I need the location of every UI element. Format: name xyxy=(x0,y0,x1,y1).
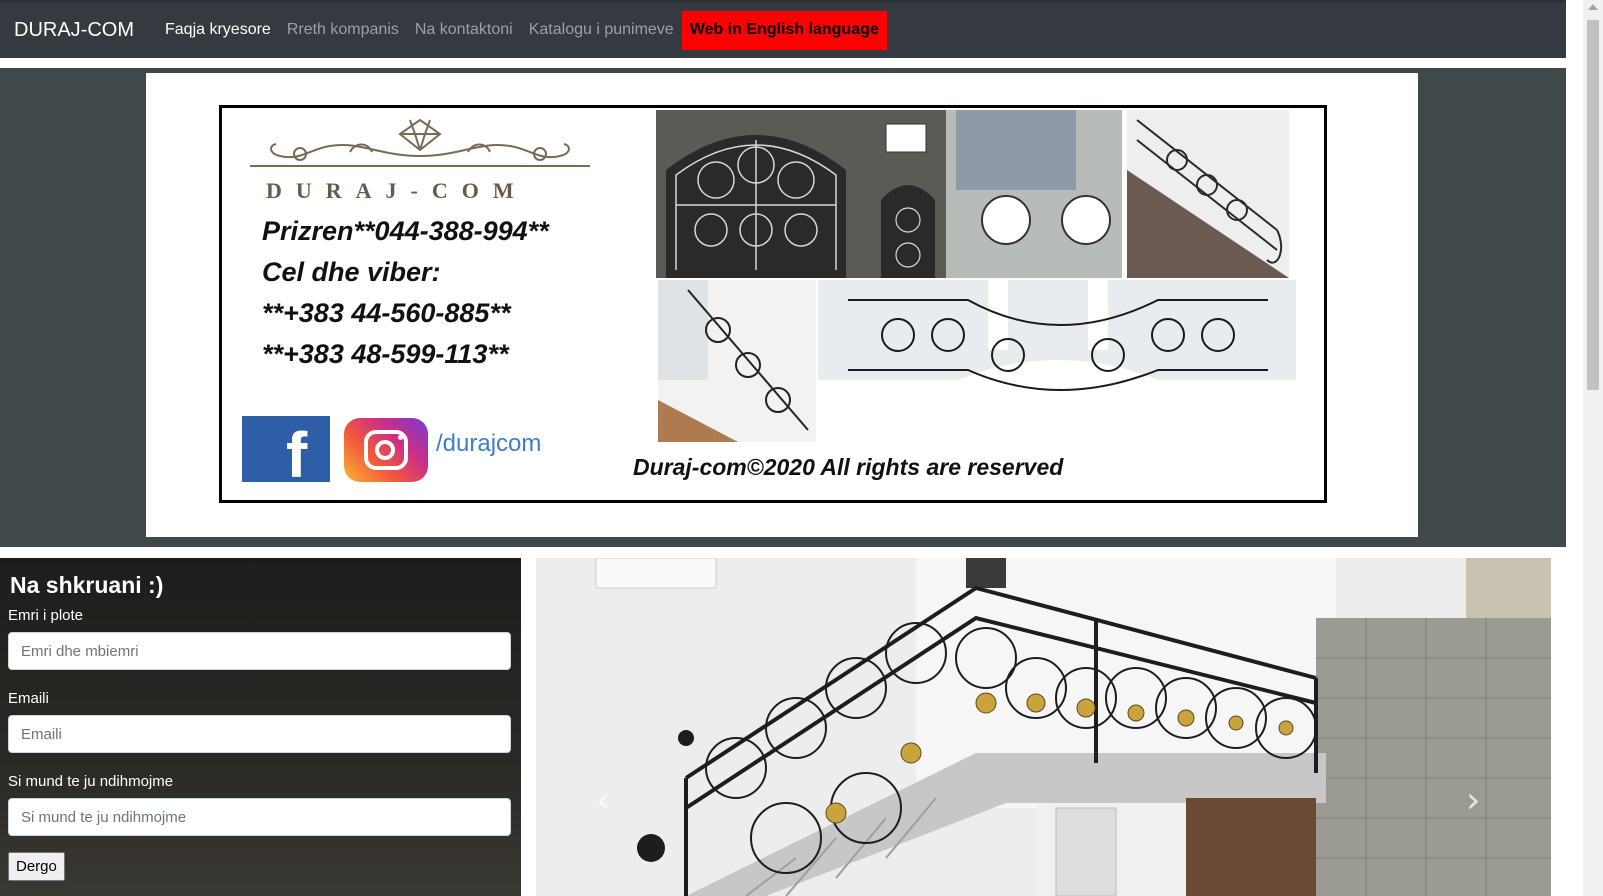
company-banner: DURAJ-COM Prizren**044-388-994** Cel dhe… xyxy=(219,105,1327,503)
nav-english-button[interactable]: Web in English language xyxy=(681,10,887,50)
facebook-icon[interactable]: f xyxy=(242,416,330,491)
image-carousel: ‹ › xyxy=(536,558,1551,896)
help-label: Si mund te ju ndihmojme xyxy=(8,773,174,790)
banner-phone-1: **+383 44-560-885** xyxy=(262,298,511,328)
navbar: DURAJ-COM Faqja kryesore Rreth kompanis … xyxy=(0,0,1566,58)
nav-catalog[interactable]: Katalogu i punimeve xyxy=(521,21,682,39)
banner-copyright: Duraj-com©2020 All rights are reserved xyxy=(633,454,1064,480)
chevron-left-icon[interactable]: ‹ xyxy=(596,780,610,821)
banner-phone-2: **+383 48-599-113** xyxy=(262,339,509,369)
banner-logo-text: DURAJ-COM xyxy=(266,178,528,203)
contact-form: Na shkruani :) Emri i plote Emaili Si mu… xyxy=(0,558,521,896)
help-input[interactable] xyxy=(8,798,511,836)
scroll-thumb[interactable] xyxy=(1587,20,1599,390)
scroll-up-icon[interactable] xyxy=(1588,4,1598,10)
banner-viber-label: Cel dhe viber: xyxy=(262,257,441,287)
banner-phone-prizren: Prizren**044-388-994** xyxy=(262,216,549,246)
gate-photo xyxy=(656,110,1122,278)
email-label: Emaili xyxy=(8,690,49,707)
hero-panel: DURAJ-COM Prizren**044-388-994** Cel dhe… xyxy=(146,73,1418,537)
balcony-photo xyxy=(818,280,1296,410)
email-input[interactable] xyxy=(8,715,511,753)
instagram-icon[interactable] xyxy=(344,418,428,482)
chevron-right-icon[interactable]: › xyxy=(1466,780,1480,821)
logo-ornament-icon xyxy=(250,118,590,167)
name-label: Emri i plote xyxy=(8,607,84,624)
send-button[interactable]: Dergo xyxy=(8,852,65,881)
staircase-railing-photo xyxy=(536,558,1551,896)
contact-title: Na shkruani :) xyxy=(10,572,164,598)
nav-home[interactable]: Faqja kryesore xyxy=(157,21,279,39)
social-handle: /durajcom xyxy=(436,430,542,457)
staircase-photo xyxy=(1127,110,1289,278)
nav-about[interactable]: Rreth kompanis xyxy=(279,21,407,39)
hero-section: DURAJ-COM Prizren**044-388-994** Cel dhe… xyxy=(0,68,1566,547)
name-input[interactable] xyxy=(8,632,511,670)
page: DURAJ-COM Faqja kryesore Rreth kompanis … xyxy=(0,0,1603,896)
page-scrollbar[interactable] xyxy=(1583,0,1603,896)
brand-logo[interactable]: DURAJ-COM xyxy=(14,19,134,42)
railing-stairs-photo xyxy=(658,280,816,442)
nav-contact[interactable]: Na kontaktoni xyxy=(407,21,521,39)
